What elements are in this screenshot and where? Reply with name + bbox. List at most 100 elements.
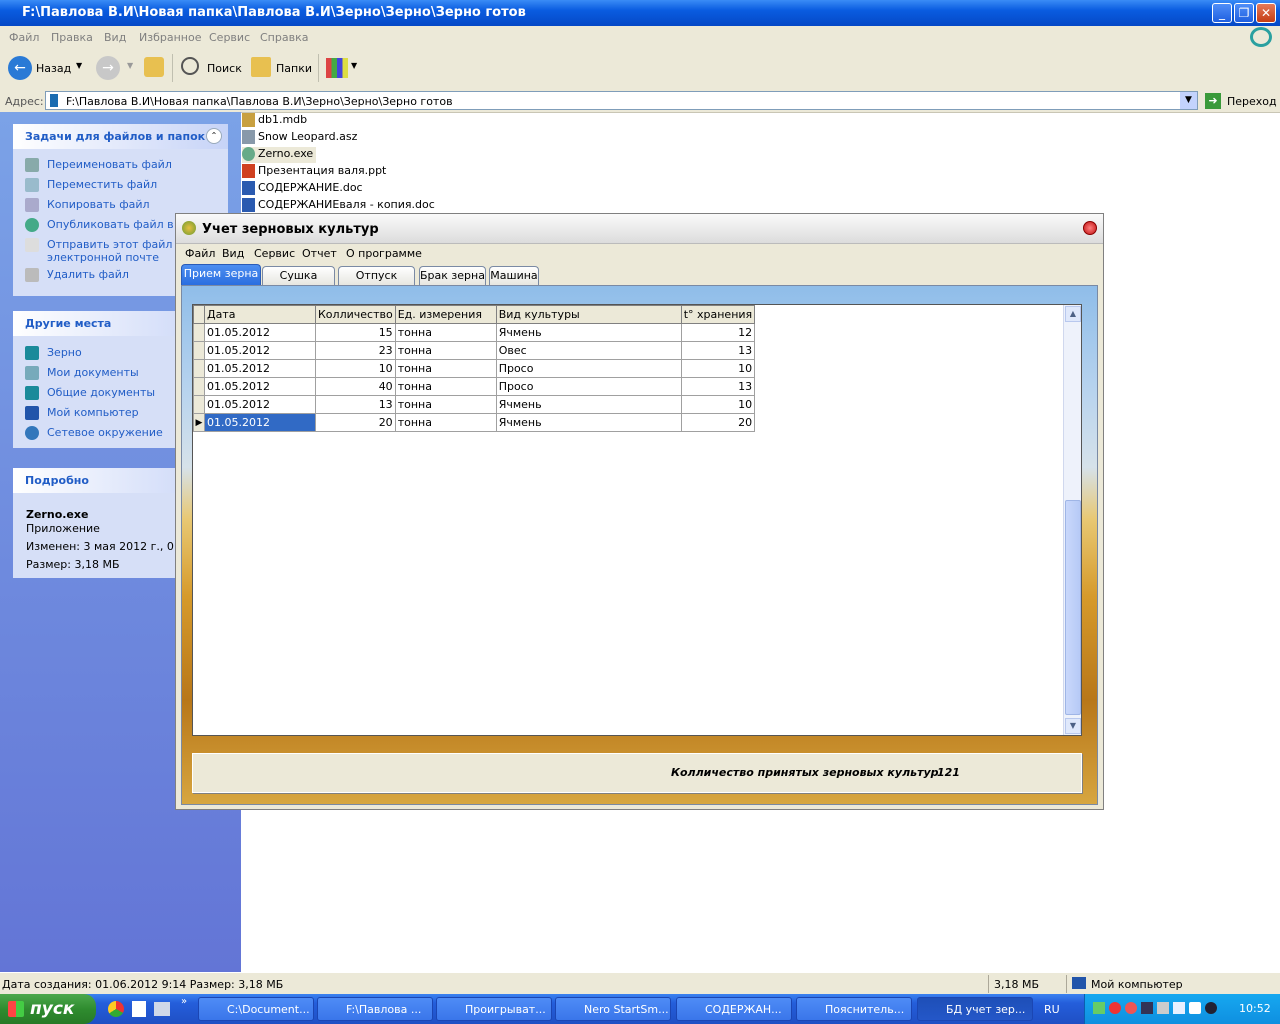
tray-icon[interactable] — [1125, 1002, 1137, 1014]
menu-tools[interactable]: Сервис — [209, 31, 250, 44]
cell-quantity[interactable]: 20 — [315, 413, 396, 432]
row-indicator[interactable] — [193, 323, 205, 342]
cell-storage-temp[interactable]: 10 — [680, 359, 756, 378]
task-rename[interactable]: Переименовать файл — [25, 158, 172, 172]
taskbar-button[interactable]: Проигрыват... — [436, 997, 552, 1021]
scroll-thumb[interactable] — [1065, 500, 1081, 715]
maximize-button[interactable]: ❐ — [1234, 3, 1254, 23]
place-my-computer[interactable]: Мой компьютер — [25, 406, 139, 420]
app-menu-service[interactable]: Сервис — [254, 247, 295, 260]
up-folder-icon[interactable] — [144, 57, 164, 77]
tab-drying[interactable]: Сушка зерна — [262, 266, 335, 300]
back-dropdown-icon[interactable]: ▼ — [76, 61, 82, 70]
column-header-quantity[interactable]: Колличество — [315, 305, 396, 324]
close-button[interactable]: ✕ — [1256, 3, 1276, 23]
explorer-titlebar[interactable]: F:\Павлова В.И\Новая папка\Павлова В.И\З… — [0, 0, 1280, 26]
place-network[interactable]: Сетевое окружение — [25, 426, 163, 440]
cell-date[interactable]: 01.05.2012 — [204, 359, 316, 378]
tray-icon[interactable] — [1173, 1002, 1185, 1014]
volume-icon[interactable] — [1157, 1002, 1169, 1014]
taskbar-button[interactable]: F:\Павлова ... — [317, 997, 433, 1021]
cell-crop[interactable]: Просо — [495, 377, 682, 396]
cell-unit[interactable]: тонна — [394, 359, 497, 378]
cell-unit[interactable]: тонна — [394, 395, 497, 414]
scroll-up-icon[interactable]: ▲ — [1065, 306, 1081, 322]
task-delete[interactable]: Удалить файл — [25, 268, 129, 282]
tray-icon[interactable] — [1093, 1002, 1105, 1014]
app-menu-about[interactable]: О программе — [346, 247, 422, 260]
tray-icon[interactable] — [1109, 1002, 1121, 1014]
start-button[interactable]: пуск — [0, 994, 96, 1024]
column-header-crop[interactable]: Вид культуры — [495, 305, 682, 324]
table-row[interactable]: 01.05.2012 40 тонна Просо 13 — [193, 377, 756, 396]
cell-date[interactable]: 01.05.2012 — [204, 377, 316, 396]
cell-date[interactable]: 01.05.2012 — [204, 395, 316, 414]
vertical-scrollbar[interactable]: ▲ ▼ — [1063, 305, 1081, 735]
app-menu-report[interactable]: Отчет — [302, 247, 337, 260]
views-dropdown-icon[interactable]: ▼ — [351, 61, 357, 70]
file-item[interactable]: db1.mdb — [242, 113, 307, 129]
cell-quantity[interactable]: 40 — [315, 377, 396, 396]
go-button[interactable]: Переход — [1227, 95, 1277, 108]
taskbar-button[interactable]: Nero StartSm... — [555, 997, 671, 1021]
cell-crop[interactable]: Овес — [495, 341, 682, 360]
tab-vehicle[interactable]: Машина — [489, 266, 539, 285]
cell-unit[interactable]: тонна — [394, 413, 497, 432]
app-titlebar[interactable]: Учет зерновых культур — [176, 214, 1103, 244]
column-header-date[interactable]: Дата — [204, 305, 316, 324]
search-icon[interactable] — [181, 57, 199, 75]
chrome-icon[interactable] — [108, 1001, 124, 1017]
file-item[interactable]: Snow Leopard.asz — [242, 130, 357, 146]
cell-quantity[interactable]: 10 — [315, 359, 396, 378]
quicklaunch-expand-icon[interactable]: » — [181, 996, 187, 1007]
cell-date[interactable]: 01.05.2012 — [204, 341, 316, 360]
menu-file[interactable]: Файл — [9, 31, 39, 44]
menu-edit[interactable]: Правка — [51, 31, 93, 44]
show-desktop-icon[interactable] — [154, 1002, 170, 1016]
cell-storage-temp[interactable]: 13 — [680, 377, 756, 396]
chevron-down-icon[interactable]: ▼ — [1180, 92, 1197, 109]
task-publish[interactable]: Опубликовать файл в ве — [25, 218, 190, 232]
task-email-line2[interactable]: электронной почте — [47, 251, 159, 264]
place-zerno[interactable]: Зерно — [25, 346, 82, 360]
close-icon[interactable] — [1083, 221, 1097, 235]
tray-icon[interactable] — [1205, 1002, 1217, 1014]
minimize-button[interactable]: _ — [1212, 3, 1232, 23]
clock[interactable]: 10:52 — [1239, 1002, 1271, 1015]
checkbox-tray-icon[interactable] — [1189, 1002, 1201, 1014]
row-indicator[interactable] — [193, 359, 205, 378]
tasks-header[interactable]: Задачи для файлов и папок — [13, 124, 228, 149]
table-row[interactable]: 01.05.2012 13 тонна Ячмень 10 — [193, 395, 756, 414]
cell-unit[interactable]: тонна — [394, 377, 497, 396]
place-shared-documents[interactable]: Общие документы — [25, 386, 155, 400]
menu-help[interactable]: Справка — [260, 31, 308, 44]
folders-button-label[interactable]: Папки — [276, 62, 312, 75]
cell-quantity[interactable]: 15 — [315, 323, 396, 342]
table-row-selected[interactable]: ▶ 01.05.2012 20 тонна Ячмень 20 — [193, 413, 756, 432]
table-row[interactable]: 01.05.2012 10 тонна Просо 10 — [193, 359, 756, 378]
cell-crop[interactable]: Ячмень — [495, 395, 682, 414]
taskbar-button[interactable]: C:\Document... — [198, 997, 314, 1021]
quicklaunch-icon[interactable] — [132, 1001, 146, 1017]
task-move[interactable]: Переместить файл — [25, 178, 157, 192]
app-menu-file[interactable]: Файл — [185, 247, 215, 260]
cell-crop[interactable]: Просо — [495, 359, 682, 378]
menu-view[interactable]: Вид — [104, 31, 126, 44]
collapse-icon[interactable]: ⌃ — [206, 128, 222, 144]
file-item[interactable]: Zerno.exe — [242, 147, 317, 163]
tab-defect[interactable]: Брак зерна — [419, 266, 486, 285]
menu-favorites[interactable]: Избранное — [139, 31, 201, 44]
task-copy[interactable]: Копировать файл — [25, 198, 150, 212]
views-icon[interactable] — [326, 58, 348, 78]
back-arrow-icon[interactable]: ← — [8, 56, 32, 80]
row-indicator[interactable] — [193, 395, 205, 414]
cell-quantity[interactable]: 23 — [315, 341, 396, 360]
go-arrow-icon[interactable]: ➜ — [1205, 93, 1221, 109]
data-grid[interactable]: Дата Колличество Ед. измерения Вид культ… — [192, 304, 1082, 736]
cell-crop[interactable]: Ячмень — [495, 413, 682, 432]
address-input[interactable]: F:\Павлова В.И\Новая папка\Павлова В.И\З… — [45, 91, 1198, 110]
forward-arrow-icon[interactable]: → — [96, 56, 120, 80]
taskbar-button[interactable]: СОДЕРЖАН... — [676, 997, 792, 1021]
tab-shipment[interactable]: Отпуск зерна — [338, 266, 415, 300]
row-indicator[interactable] — [193, 341, 205, 360]
